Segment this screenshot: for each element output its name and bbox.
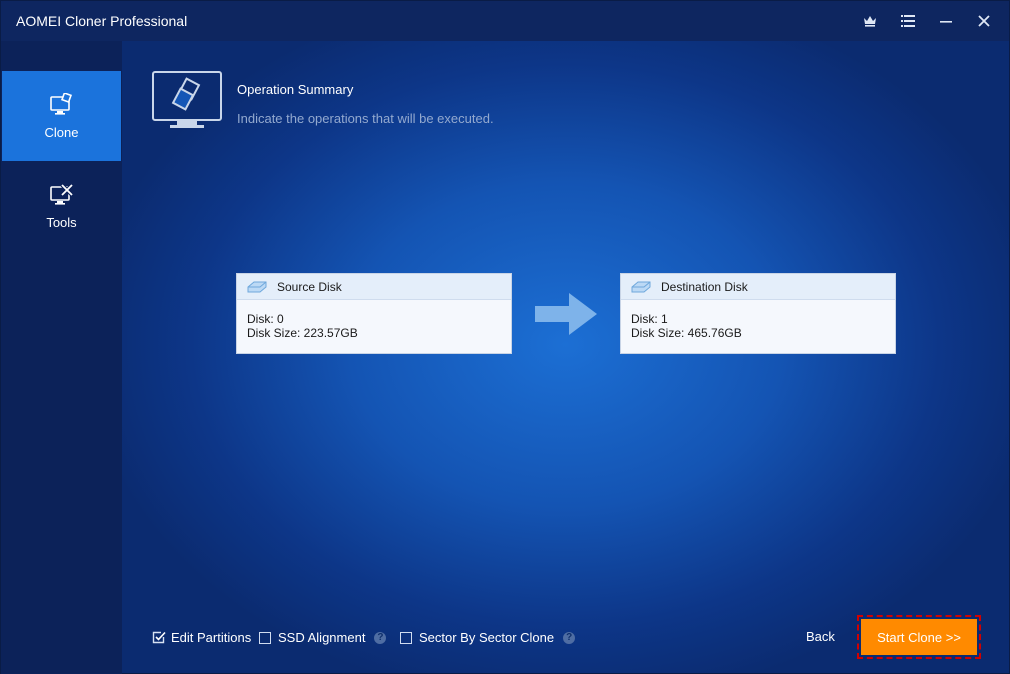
app-window: AOMEI Cloner Professional Clone Tools Op… [0,0,1010,674]
edit-checkbox-icon[interactable] [152,631,166,644]
clone-icon [49,92,72,115]
window-title: AOMEI Cloner Professional [16,13,188,29]
ssd-alignment-label: SSD Alignment [278,630,366,645]
sidebar-item-label: Tools [46,214,77,230]
page-title: Operation Summary [237,82,354,97]
sidebar-item-label: Clone [44,124,79,140]
crown-icon[interactable] [851,1,889,41]
page-subtitle: Indicate the operations that will be exe… [237,111,494,126]
source-disk-number: Disk: 0 [247,312,284,326]
ssd-alignment-checkbox[interactable] [259,631,271,644]
source-disk-header: Source Disk [237,274,511,300]
main-panel: Operation Summary Indicate the operation… [122,41,1009,673]
disk-icon [631,281,651,292]
sidebar-item-clone[interactable]: Clone [2,71,121,161]
ssd-alignment-option[interactable]: SSD Alignment ? [259,630,387,645]
destination-disk-number: Disk: 1 [631,312,668,326]
minimize-icon[interactable] [927,1,965,41]
destination-disk-size: Disk Size: 465.76GB [631,326,742,340]
sector-clone-label: Sector By Sector Clone [419,630,555,645]
sidebar-item-tools[interactable]: Tools [2,161,121,251]
arrow-right-icon [535,293,597,335]
source-disk-card: Source Disk Disk: 0 Disk Size: 223.57GB [237,274,511,353]
source-disk-size: Disk Size: 223.57GB [247,326,358,340]
destination-disk-card: Destination Disk Disk: 1 Disk Size: 465.… [621,274,895,353]
help-icon[interactable]: ? [563,631,576,644]
menu-icon[interactable] [889,1,927,41]
back-button[interactable]: Back [806,629,835,644]
window-controls [851,1,1003,41]
tools-icon [49,183,73,205]
start-clone-button[interactable]: Start Clone >> [857,615,981,659]
sidebar: Clone Tools [1,41,122,674]
help-icon[interactable]: ? [374,631,387,644]
source-disk-title: Source Disk [277,279,342,294]
start-clone-label: Start Clone >> [861,619,977,655]
sector-clone-checkbox[interactable] [400,631,412,644]
close-icon[interactable] [965,1,1003,41]
destination-disk-title: Destination Disk [661,279,748,294]
destination-disk-header: Destination Disk [621,274,895,300]
disk-icon [247,281,267,292]
title-bar: AOMEI Cloner Professional [1,1,1009,41]
monitor-clone-icon [152,71,222,128]
edit-partitions-label: Edit Partitions [171,630,252,645]
sector-clone-option[interactable]: Sector By Sector Clone ? [400,630,576,645]
edit-partitions-option[interactable]: Edit Partitions [152,630,251,645]
